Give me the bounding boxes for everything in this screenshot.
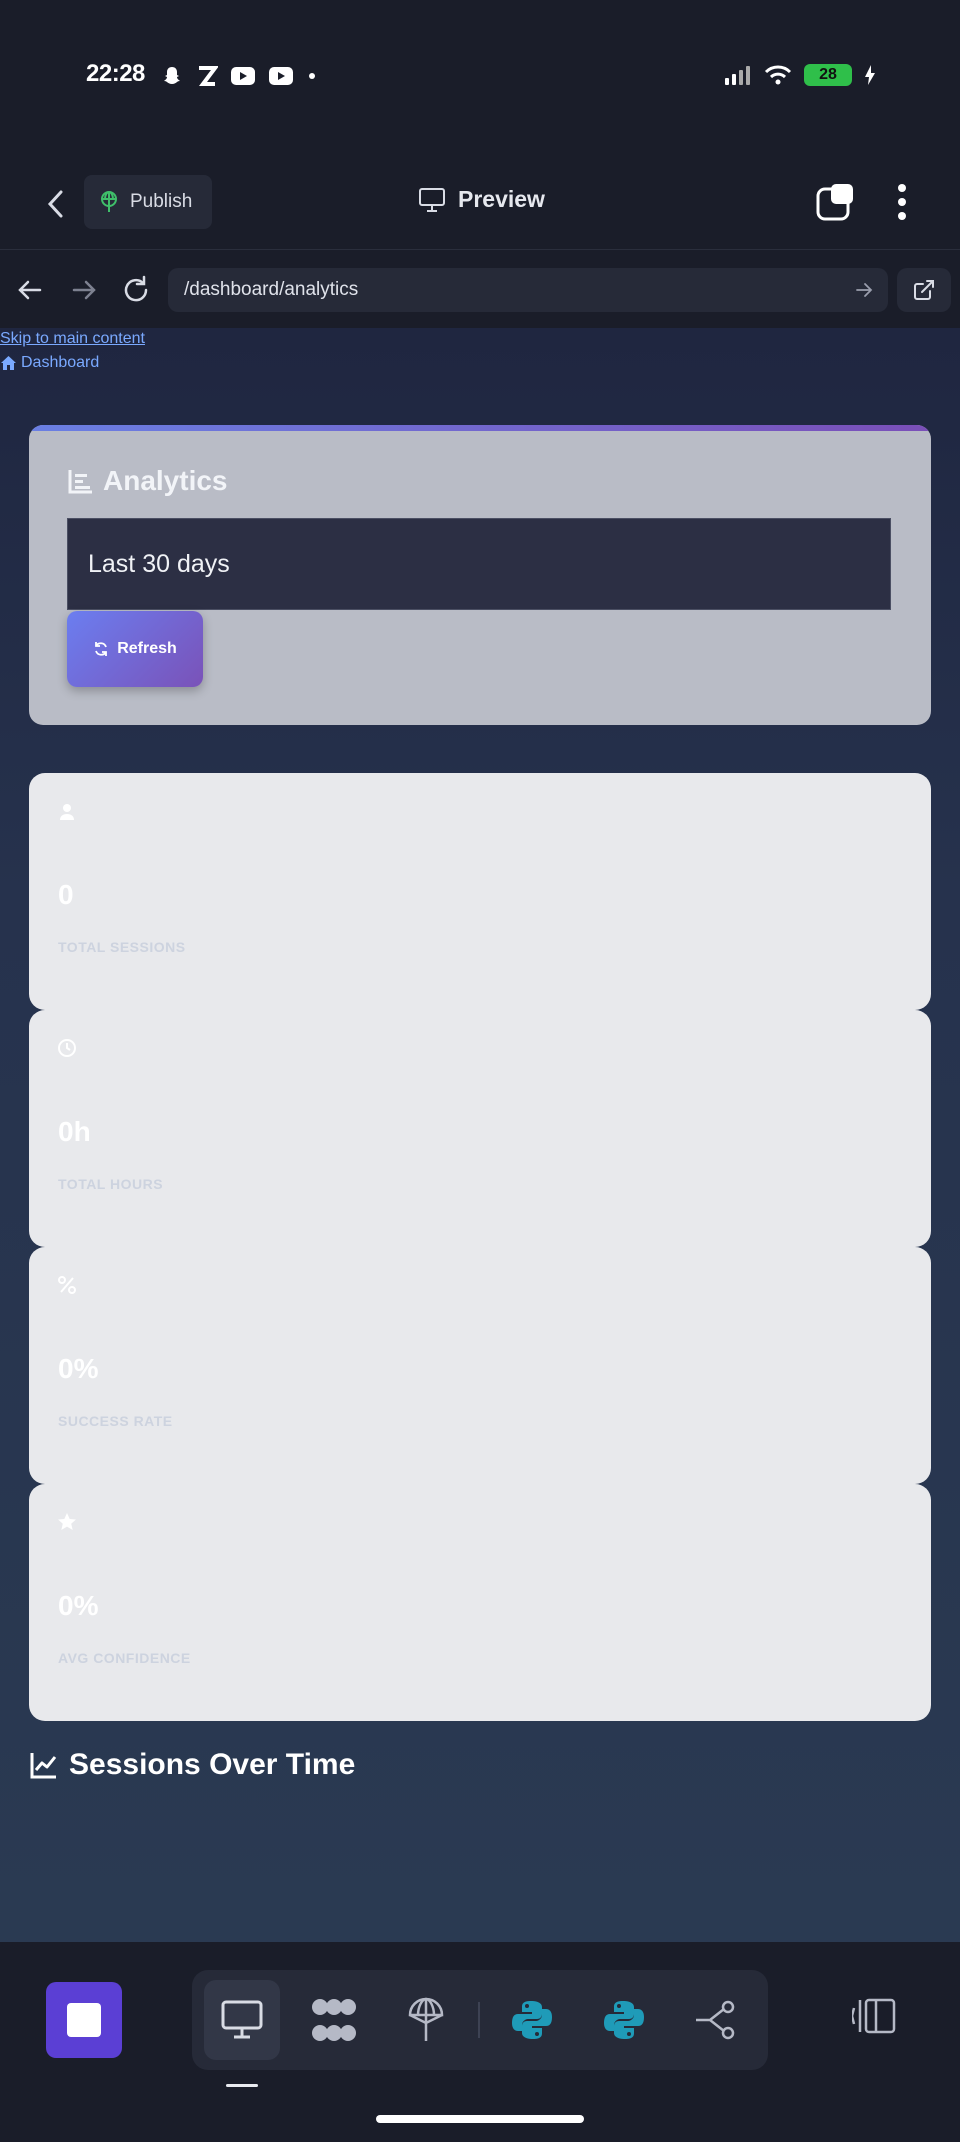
stat-value: 0 (58, 879, 74, 910)
python-tool-button-2[interactable] (586, 1980, 662, 2060)
side-panel-icon (850, 1998, 896, 2034)
bottom-toolbar (0, 1942, 960, 2142)
home-indicator[interactable] (376, 2115, 584, 2123)
publish-label: Publish (130, 191, 193, 212)
stat-label: TOTAL SESSIONS (58, 939, 186, 955)
date-range-select[interactable]: Last 30 days (67, 518, 891, 610)
stat-label: SUCCESS RATE (58, 1413, 173, 1429)
line-chart-icon (30, 1753, 57, 1779)
tool-group (192, 1970, 768, 2070)
analytics-card: Analytics Last 30 days Refresh (29, 425, 931, 725)
git-tool-button[interactable] (678, 1980, 754, 2060)
back-button[interactable] (38, 184, 72, 224)
stat-card-sessions: 0 TOTAL SESSIONS (29, 773, 931, 1010)
stop-button[interactable] (46, 1982, 122, 2058)
stat-value: 0% (58, 1590, 99, 1621)
open-external-button[interactable] (897, 268, 951, 312)
python-icon (512, 2001, 552, 2039)
status-time: 22:28 (86, 60, 145, 87)
app-header: Publish Preview (0, 160, 960, 250)
sessions-heading-text: Sessions Over Time (69, 1748, 356, 1781)
more-vertical-icon (898, 184, 906, 220)
panel-toggle-button[interactable] (850, 1996, 898, 2041)
youtube-icon-2 (269, 67, 293, 85)
date-range-value: Last 30 days (88, 549, 230, 578)
preview-tool-button[interactable] (204, 1980, 280, 2060)
arrow-right-icon (72, 280, 96, 300)
stat-label: AVG CONFIDENCE (58, 1650, 191, 1666)
home-icon (1, 356, 16, 370)
tabs-icon (816, 184, 853, 221)
notification-icons (160, 64, 318, 88)
external-link-icon (914, 280, 934, 300)
battery-indicator: 28 (804, 64, 852, 86)
analytics-title: Analytics (67, 465, 228, 497)
browser-back-button[interactable] (14, 274, 46, 311)
z-app-icon (199, 66, 218, 86)
preview-toggle[interactable]: Preview (418, 186, 545, 213)
snapchat-icon (164, 67, 180, 84)
stat-value: 0h (58, 1116, 91, 1147)
python-tool-button[interactable] (494, 1980, 570, 2060)
reload-button[interactable] (120, 274, 152, 311)
monitor-icon (221, 2000, 263, 2039)
more-options-button[interactable] (888, 182, 916, 227)
url-text: /dashboard/analytics (184, 279, 359, 300)
skip-to-content-link[interactable]: Skip to main content (0, 330, 145, 348)
refresh-label: Refresh (117, 640, 177, 657)
analytics-title-text: Analytics (103, 465, 228, 496)
page-viewport: Skip to main content Dashboard Analytics… (0, 328, 960, 1942)
dot-icon (309, 73, 315, 79)
git-branch-icon (696, 2000, 735, 2040)
stat-label: TOTAL HOURS (58, 1176, 164, 1192)
browser-bar: /dashboard/analytics (0, 250, 960, 328)
go-arrow-icon[interactable] (854, 280, 874, 300)
tabs-button[interactable] (815, 182, 855, 227)
sessions-over-time-heading: Sessions Over Time (29, 1748, 355, 1782)
wifi-icon (764, 65, 792, 85)
chevron-left-icon (47, 190, 63, 218)
publish-button[interactable]: Publish (84, 175, 212, 229)
publish-icon (101, 190, 117, 212)
active-tool-indicator (226, 2084, 258, 2087)
stop-icon (67, 2003, 101, 2037)
deploy-icon (408, 1997, 444, 2041)
youtube-icon (231, 67, 255, 85)
monitor-icon (419, 187, 445, 212)
charging-icon (865, 65, 875, 85)
grid-nodes-icon (312, 1999, 356, 2041)
stat-card-confidence: 0% AVG CONFIDENCE (29, 1484, 931, 1721)
preview-label: Preview (458, 186, 545, 212)
stat-value: 0% (58, 1353, 99, 1384)
clock-icon (58, 1039, 76, 1057)
workflow-tool-button[interactable] (296, 1980, 372, 2060)
reload-icon (124, 275, 148, 302)
stat-card-success: 0% SUCCESS RATE (29, 1247, 931, 1484)
signal-icon (725, 66, 750, 85)
bar-chart-icon (68, 470, 92, 494)
browser-forward-button[interactable] (68, 274, 100, 311)
users-icon (60, 804, 74, 820)
breadcrumb[interactable]: Dashboard (0, 354, 99, 372)
publish-tool-button[interactable] (388, 1980, 464, 2060)
stat-card-hours: 0h TOTAL HOURS (29, 1010, 931, 1247)
refresh-icon (95, 642, 108, 656)
system-icons: 28 (724, 64, 876, 86)
refresh-button[interactable]: Refresh (67, 611, 203, 687)
status-bar: 22:28 28 (0, 0, 960, 160)
python-icon (604, 2001, 644, 2039)
star-icon (58, 1513, 76, 1530)
percent-icon (58, 1276, 76, 1294)
breadcrumb-dashboard: Dashboard (21, 354, 100, 371)
arrow-left-icon (18, 280, 42, 300)
toolbar-divider (478, 2002, 480, 2038)
url-input[interactable]: /dashboard/analytics (168, 268, 888, 312)
